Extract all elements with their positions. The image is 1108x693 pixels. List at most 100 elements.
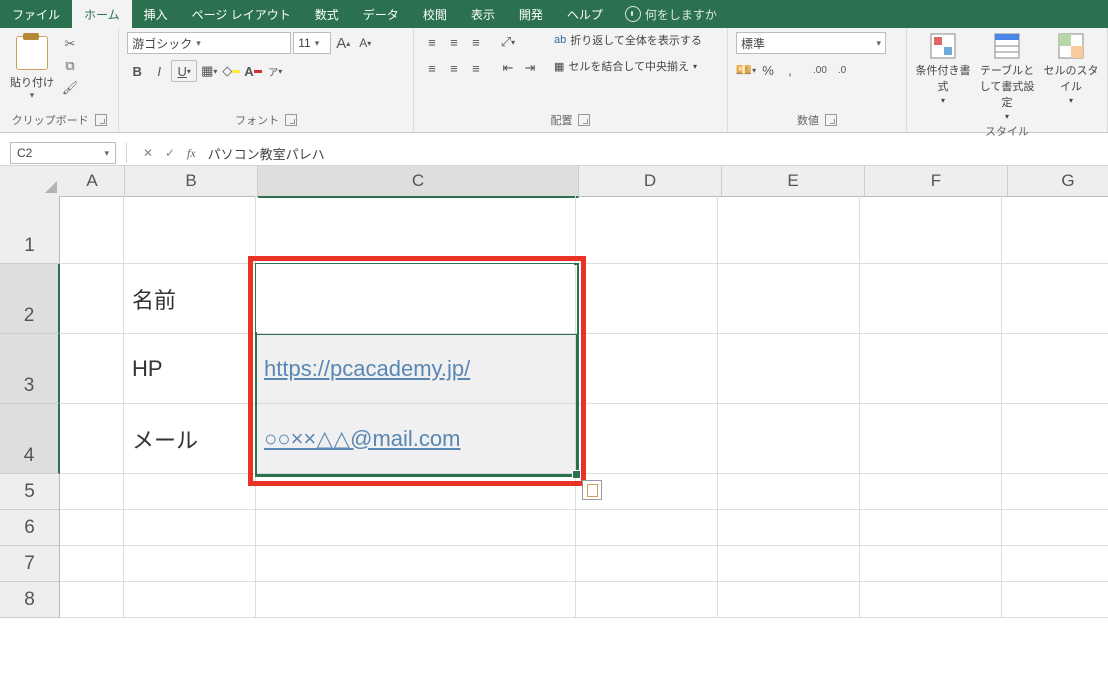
cell-F7[interactable] <box>860 546 1002 582</box>
cell-E4[interactable] <box>718 404 860 474</box>
cell-B2[interactable]: 名前 <box>124 264 256 334</box>
cell-A4[interactable] <box>60 404 124 474</box>
row-header-1[interactable]: 1 <box>0 196 60 264</box>
cell-G8[interactable] <box>1002 582 1108 618</box>
font-name-combo[interactable]: 游ゴシック▾ <box>127 32 291 54</box>
merge-center-button[interactable]: ▦セルを結合して中央揃え ▾ <box>554 58 702 74</box>
menu-view[interactable]: 表示 <box>459 0 507 28</box>
cell-D3[interactable] <box>576 334 718 404</box>
align-middle-button[interactable]: ≡ <box>444 32 464 52</box>
row-header-8[interactable]: 8 <box>0 582 60 618</box>
cell-B4[interactable]: メール <box>124 404 256 474</box>
fill-color-button[interactable]: ◇ <box>221 61 241 81</box>
col-header-E[interactable]: E <box>722 166 865 197</box>
tell-me[interactable]: 何をしますか <box>625 0 717 28</box>
cell-B7[interactable] <box>124 546 256 582</box>
col-header-G[interactable]: G <box>1008 166 1108 197</box>
paste-button[interactable]: 貼り付け ▾ <box>8 32 56 101</box>
menu-review[interactable]: 校閲 <box>411 0 459 28</box>
cell-B3[interactable]: HP <box>124 334 256 404</box>
cell-A1[interactable] <box>60 196 124 264</box>
cell-F3[interactable] <box>860 334 1002 404</box>
comma-format-button[interactable]: , <box>780 60 800 80</box>
cell-D1[interactable] <box>576 196 718 264</box>
menu-file[interactable]: ファイル <box>0 0 72 28</box>
menu-developer[interactable]: 開発 <box>507 0 555 28</box>
col-header-B[interactable]: B <box>125 166 258 197</box>
fill-handle[interactable] <box>572 470 581 479</box>
col-header-F[interactable]: F <box>865 166 1008 197</box>
row-header-6[interactable]: 6 <box>0 510 60 546</box>
menu-formulas[interactable]: 数式 <box>303 0 351 28</box>
cell-A5[interactable] <box>60 474 124 510</box>
col-header-A[interactable]: A <box>60 166 125 197</box>
cell-D8[interactable] <box>576 582 718 618</box>
cell-B5[interactable] <box>124 474 256 510</box>
cell-D7[interactable] <box>576 546 718 582</box>
cell-E2[interactable] <box>718 264 860 334</box>
clipboard-dialog-launcher[interactable] <box>95 114 107 126</box>
cell-B6[interactable] <box>124 510 256 546</box>
cell-F8[interactable] <box>860 582 1002 618</box>
cell-G4[interactable] <box>1002 404 1108 474</box>
cell-C7[interactable] <box>256 546 576 582</box>
cell-A7[interactable] <box>60 546 124 582</box>
cell-C3-hyperlink[interactable]: https://pcacademy.jp/ <box>256 334 576 404</box>
conditional-formatting-button[interactable]: 条件付き書式▾ <box>915 32 971 105</box>
italic-button[interactable]: I <box>149 61 169 81</box>
orientation-button[interactable]: ⤢▾ <box>498 32 518 52</box>
cell-B8[interactable] <box>124 582 256 618</box>
phonetic-button[interactable]: ア▾ <box>265 61 285 81</box>
col-header-D[interactable]: D <box>579 166 722 197</box>
menu-data[interactable]: データ <box>351 0 411 28</box>
cell-G7[interactable] <box>1002 546 1108 582</box>
increase-decimal-button[interactable]: .00 <box>810 60 830 80</box>
wrap-text-button[interactable]: ab折り返して全体を表示する <box>554 32 702 48</box>
cell-G3[interactable] <box>1002 334 1108 404</box>
align-bottom-button[interactable]: ≡ <box>466 32 486 52</box>
number-dialog-launcher[interactable] <box>825 114 837 126</box>
select-all-corner[interactable] <box>0 166 61 197</box>
decrease-decimal-button[interactable]: .0 <box>832 60 852 80</box>
underline-button[interactable]: U ▾ <box>171 60 197 82</box>
row-header-2[interactable]: 2 <box>0 264 60 334</box>
fx-icon[interactable]: fx <box>187 146 196 161</box>
number-format-combo[interactable]: 標準▾ <box>736 32 886 54</box>
menu-insert[interactable]: 挿入 <box>132 0 180 28</box>
cell-styles-button[interactable]: セルのスタイル▾ <box>1043 32 1099 105</box>
grow-font-button[interactable]: A▴ <box>333 33 353 53</box>
indent-increase-button[interactable]: ⇥ <box>520 58 540 78</box>
cell-E3[interactable] <box>718 334 860 404</box>
cell-C2-hyperlink[interactable]: パソコン教室パレハ <box>256 264 576 334</box>
cell-B1[interactable] <box>124 196 256 264</box>
bold-button[interactable]: B <box>127 61 147 81</box>
row-header-3[interactable]: 3 <box>0 334 60 404</box>
col-header-C[interactable]: C <box>258 166 579 198</box>
cell-D6[interactable] <box>576 510 718 546</box>
cell-C8[interactable] <box>256 582 576 618</box>
row-header-4[interactable]: 4 <box>0 404 60 474</box>
alignment-dialog-launcher[interactable] <box>578 114 590 126</box>
cell-A8[interactable] <box>60 582 124 618</box>
cell-G6[interactable] <box>1002 510 1108 546</box>
cell-F5[interactable] <box>860 474 1002 510</box>
row-header-5[interactable]: 5 <box>0 474 60 510</box>
cell-D2[interactable] <box>576 264 718 334</box>
cell-E6[interactable] <box>718 510 860 546</box>
worksheet-grid[interactable]: ABCDEFG 12345678 名前パソコン教室パレハHPhttps://pc… <box>0 166 1108 686</box>
cell-A6[interactable] <box>60 510 124 546</box>
cell-F4[interactable] <box>860 404 1002 474</box>
cell-G1[interactable] <box>1002 196 1108 264</box>
cell-C6[interactable] <box>256 510 576 546</box>
cancel-formula-button[interactable]: ✕ <box>137 146 159 160</box>
align-center-button[interactable]: ≡ <box>444 58 464 78</box>
percent-format-button[interactable]: % <box>758 60 778 80</box>
align-left-button[interactable]: ≡ <box>422 58 442 78</box>
copy-icon[interactable]: ⧉ <box>62 58 78 74</box>
cell-E8[interactable] <box>718 582 860 618</box>
menu-help[interactable]: ヘルプ <box>555 0 615 28</box>
font-size-combo[interactable]: 11▾ <box>293 32 331 54</box>
align-right-button[interactable]: ≡ <box>466 58 486 78</box>
cell-C1[interactable] <box>256 196 576 264</box>
borders-button[interactable]: ▦▾ <box>199 61 219 81</box>
